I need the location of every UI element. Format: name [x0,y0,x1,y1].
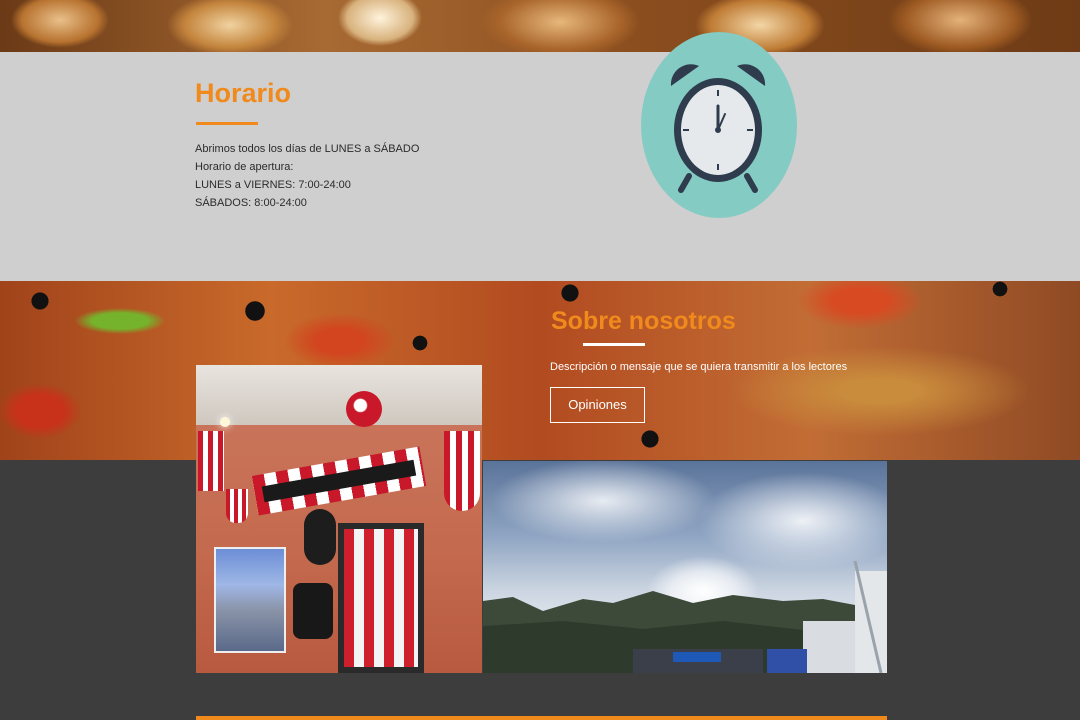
opiniones-button[interactable]: Opiniones [550,387,645,423]
pastry-banner-image [0,0,1080,52]
horario-line-saturday: SÁBADOS: 8:00-24:00 [195,197,307,209]
horario-title-underline [196,122,258,125]
sobre-title: Sobre nosotros [551,307,736,335]
sobre-description: Descripción o mensaje que se quiera tran… [550,361,848,373]
bottom-accent-rule [196,716,887,720]
alarm-clock-icon [670,64,766,193]
horario-title: Horario [195,78,292,108]
bar-interior-photo [196,365,482,673]
horario-line-weekdays: LUNES a VIERNES: 7:00-24:00 [195,179,351,191]
sobre-title-underline [583,343,645,346]
horario-text: Abrimos todos los días de LUNES a SÁBADO… [195,140,419,212]
pizza-banner-image [0,281,1080,460]
horario-section: Horario Abrimos todos los días de LUNES … [0,32,1080,281]
horario-line-opening-label: Horario de apertura: [195,161,294,173]
horario-line-days: Abrimos todos los días de LUNES a SÁBADO [195,143,420,155]
mountain-street-photo [483,461,887,673]
